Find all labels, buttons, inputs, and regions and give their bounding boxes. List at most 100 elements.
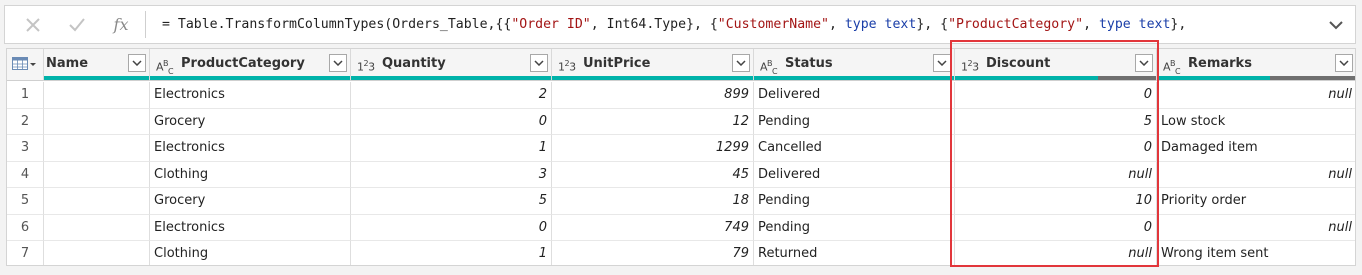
column-name: ProductCategory <box>181 56 305 71</box>
table-cell[interactable]: Low stock <box>1157 109 1355 135</box>
column-name: Name <box>46 56 89 71</box>
table-cell[interactable]: 45 <box>552 161 754 188</box>
row-number: 5 <box>7 188 44 215</box>
formula-token: "Order ID" <box>511 17 591 32</box>
row-number: 3 <box>7 135 44 162</box>
table-cell[interactable]: 3 <box>351 161 552 188</box>
table-cell[interactable]: Electronics <box>150 82 351 109</box>
filter-dropdown-icon[interactable] <box>1135 54 1153 72</box>
column-header-quantity[interactable]: 123 Quantity <box>351 49 552 81</box>
table-cell[interactable]: 12 <box>552 108 754 135</box>
table-cell[interactable]: 0 <box>955 135 1157 162</box>
column-name: Status <box>785 56 833 71</box>
table-cell[interactable]: 0 <box>351 108 552 135</box>
table-cell[interactable]: 5 <box>955 108 1157 135</box>
column-name: Remarks <box>1188 56 1252 71</box>
type-text-icon[interactable]: ABC <box>156 49 174 78</box>
table-cell[interactable]: Electronics <box>150 214 351 241</box>
table-cell[interactable]: Delivered <box>754 82 955 109</box>
table-menu-icon[interactable] <box>7 49 44 81</box>
table-cell[interactable]: Returned <box>754 241 955 265</box>
table-cell[interactable]: 10 <box>955 188 1157 215</box>
filter-dropdown-icon[interactable] <box>128 54 146 72</box>
check-icon[interactable] <box>57 6 97 43</box>
formula-token: type text <box>844 17 917 32</box>
row-number: 4 <box>7 161 44 188</box>
table-cell[interactable]: Delivered <box>754 161 955 188</box>
table-cell[interactable]: null <box>1157 162 1355 188</box>
table-cell[interactable]: 899 <box>552 82 754 109</box>
column-header-name[interactable]: Name <box>44 49 150 81</box>
column-quality-bar <box>552 76 753 80</box>
formula-token: "ProductCategory" <box>948 17 1084 32</box>
cancel-icon[interactable] <box>13 6 53 43</box>
table-cell[interactable]: 1 <box>351 241 552 265</box>
table-cell[interactable]: Pending <box>754 188 955 215</box>
chevron-down-icon[interactable] <box>1323 6 1349 43</box>
column-name: UnitPrice <box>583 56 651 71</box>
formula-token: "CustomerName" <box>717 17 829 32</box>
column-name: Quantity <box>382 56 446 71</box>
column-header-remarks[interactable]: ABC Remarks <box>1157 49 1355 81</box>
table-cell[interactable] <box>44 188 150 215</box>
table-cell[interactable]: Priority order <box>1157 188 1355 215</box>
table-cell[interactable]: 1 <box>351 135 552 162</box>
formula-separator <box>145 11 146 38</box>
table-cell[interactable]: Grocery <box>150 108 351 135</box>
row-number: 2 <box>7 108 44 135</box>
table-cell[interactable]: Clothing <box>150 241 351 265</box>
table-cell[interactable]: 0 <box>351 214 552 241</box>
column-header-discount[interactable]: 123 Discount <box>955 49 1157 81</box>
type-number-icon[interactable]: 123 <box>357 49 375 78</box>
type-number-icon[interactable]: 123 <box>558 49 576 78</box>
table-cell[interactable]: Pending <box>754 214 955 241</box>
fx-icon[interactable]: fx <box>101 6 141 43</box>
table-cell[interactable]: 5 <box>351 188 552 215</box>
type-text-icon[interactable]: ABC <box>760 49 778 78</box>
table-cell[interactable] <box>44 135 150 162</box>
data-grid: Name ABC ProductCategory 123 Quantity 123 Unit… <box>6 48 1356 266</box>
type-text-icon[interactable]: ABC <box>1163 49 1181 78</box>
table-cell[interactable]: Pending <box>754 108 955 135</box>
table-cell[interactable]: 0 <box>955 82 1157 109</box>
column-header-unitprice[interactable]: 123 UnitPrice <box>552 49 754 81</box>
table-cell[interactable] <box>44 82 150 109</box>
row-number: 1 <box>7 82 44 109</box>
table-cell[interactable]: Grocery <box>150 188 351 215</box>
type-number-icon[interactable]: 123 <box>961 49 979 78</box>
table-cell[interactable]: 18 <box>552 188 754 215</box>
table-cell[interactable]: 1299 <box>552 135 754 162</box>
filter-dropdown-icon[interactable] <box>732 54 750 72</box>
table-cell[interactable]: null <box>955 241 1157 265</box>
table-cell[interactable] <box>44 214 150 241</box>
formula-token: type text <box>1098 17 1171 32</box>
filter-dropdown-icon[interactable] <box>933 54 951 72</box>
column-header-productcategory[interactable]: ABC ProductCategory <box>150 49 351 81</box>
formula-token: , <box>828 17 845 32</box>
formula-input[interactable]: = Table.TransformColumnTypes(Orders_Tabl… <box>162 6 1319 43</box>
table-cell[interactable]: null <box>1157 215 1355 241</box>
formula-token: = Table.TransformColumnTypes(Orders_Tabl… <box>162 17 512 32</box>
table-cell[interactable]: Cancelled <box>754 135 955 162</box>
table-cell[interactable]: null <box>955 161 1157 188</box>
formula-token: , <box>1083 17 1099 32</box>
formula-token: }, <box>1170 17 1187 32</box>
table-cell[interactable]: Damaged item <box>1157 135 1355 162</box>
filter-dropdown-icon[interactable] <box>530 54 548 72</box>
filter-dropdown-icon[interactable] <box>329 54 347 72</box>
table-cell[interactable]: Wrong item sent <box>1157 241 1355 265</box>
table-cell[interactable]: Clothing <box>150 161 351 188</box>
table-cell[interactable]: Electronics <box>150 135 351 162</box>
column-header-status[interactable]: ABC Status <box>754 49 955 81</box>
table-cell[interactable]: 79 <box>552 241 754 265</box>
table-cell[interactable] <box>44 108 150 135</box>
filter-dropdown-icon[interactable] <box>1335 54 1353 72</box>
table-cell[interactable]: 0 <box>955 214 1157 241</box>
column-name: Discount <box>986 56 1051 71</box>
table-cell[interactable]: 2 <box>351 82 552 109</box>
table-cell[interactable]: 749 <box>552 214 754 241</box>
table-cell[interactable] <box>44 161 150 188</box>
table-cell[interactable]: null <box>1157 82 1355 109</box>
table-cell[interactable] <box>44 241 150 265</box>
column-quality-bar <box>44 76 149 80</box>
